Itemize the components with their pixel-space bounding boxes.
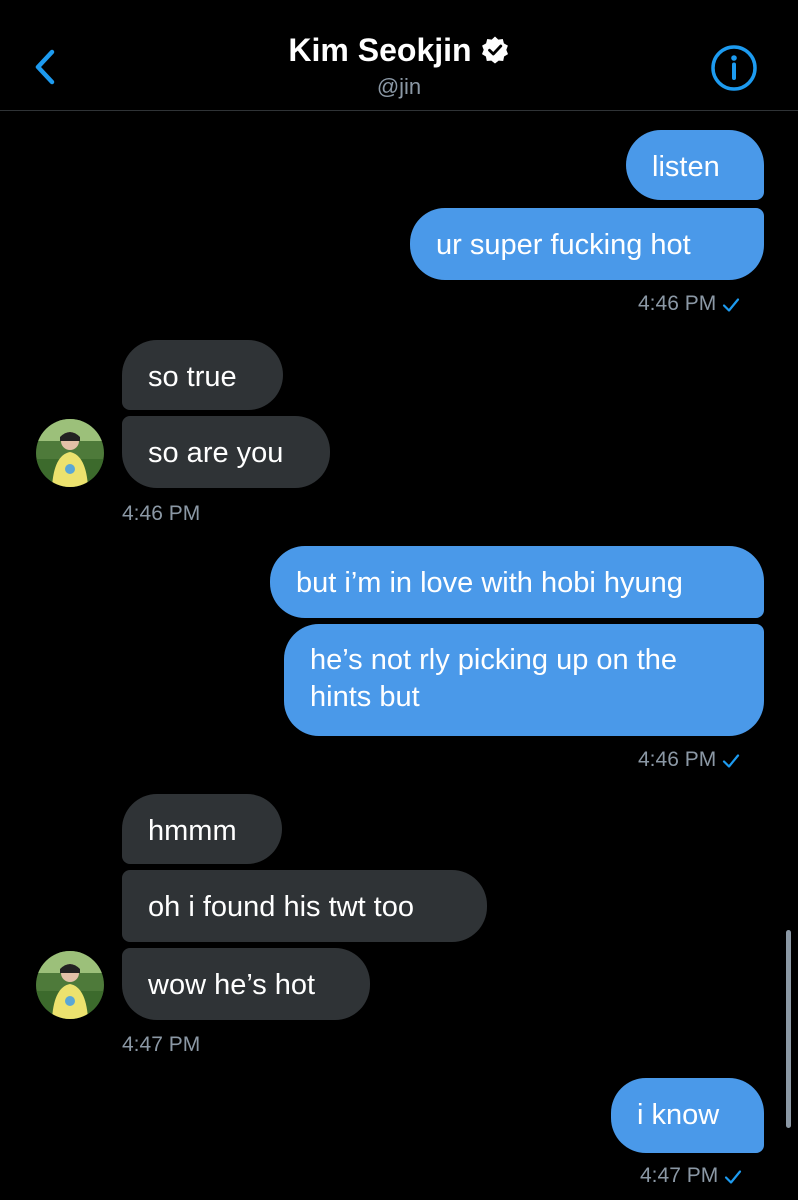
conversation-header: Kim Seokjin @jin: [0, 0, 798, 111]
info-icon[interactable]: [710, 44, 758, 92]
contact-name[interactable]: Kim Seokjin: [288, 28, 509, 72]
message-timestamp: 4:46 PM: [638, 290, 740, 318]
message-text: ur super fucking hot: [436, 229, 691, 261]
message-timestamp: 4:46 PM: [122, 500, 200, 528]
scrollbar-thumb[interactable]: [786, 930, 791, 1128]
avatar-photo: [36, 951, 104, 1019]
message-text: but i’m in love with hobi hyung: [296, 567, 683, 599]
read-checkmark-icon: [723, 298, 740, 312]
message-bubble-incoming[interactable]: so are you: [122, 416, 330, 488]
timestamp-text: 4:47 PM: [122, 1033, 201, 1056]
message-bubble-outgoing[interactable]: but i’m in love with hobi hyung: [270, 546, 764, 618]
timestamp-text: 4:46 PM: [638, 292, 717, 315]
read-checkmark-icon: [725, 1170, 742, 1184]
contact-name-text: Kim Seokjin: [288, 32, 472, 68]
message-text: so true: [148, 361, 237, 393]
timestamp-text: 4:46 PM: [638, 748, 717, 771]
message-bubble-outgoing[interactable]: listen: [626, 130, 764, 200]
message-bubble-outgoing[interactable]: ur super fucking hot: [410, 208, 764, 280]
message-bubble-outgoing[interactable]: he’s not rly picking up on the hints but: [284, 624, 764, 736]
message-text: i know: [637, 1099, 720, 1131]
message-timestamp: 4:47 PM: [122, 1031, 200, 1059]
message-text: hmmm: [148, 815, 237, 847]
timestamp-text: 4:47 PM: [640, 1164, 719, 1187]
verified-badge-icon: [481, 36, 508, 64]
message-text: so are you: [148, 437, 284, 469]
message-timestamp: 4:47 PM: [640, 1162, 742, 1190]
message-text: oh i found his twt too: [148, 891, 414, 923]
avatar-photo: [36, 419, 104, 487]
contact-avatar[interactable]: [36, 419, 104, 487]
message-text: he’s not rly picking up on the hints but: [310, 644, 678, 713]
message-text: wow he’s hot: [148, 969, 316, 1001]
message-bubble-incoming[interactable]: hmmm: [122, 794, 282, 864]
read-checkmark-icon: [723, 754, 740, 768]
contact-handle: @jin: [376, 74, 422, 99]
timestamp-text: 4:46 PM: [122, 502, 201, 525]
contact-avatar[interactable]: [36, 951, 104, 1019]
message-bubble-incoming[interactable]: oh i found his twt too: [122, 870, 487, 942]
message-timestamp: 4:46 PM: [638, 746, 740, 774]
message-bubble-incoming[interactable]: wow he’s hot: [122, 948, 370, 1020]
message-text: listen: [652, 151, 720, 183]
message-bubble-incoming[interactable]: so true: [122, 340, 283, 410]
message-bubble-outgoing[interactable]: i know: [611, 1078, 764, 1153]
